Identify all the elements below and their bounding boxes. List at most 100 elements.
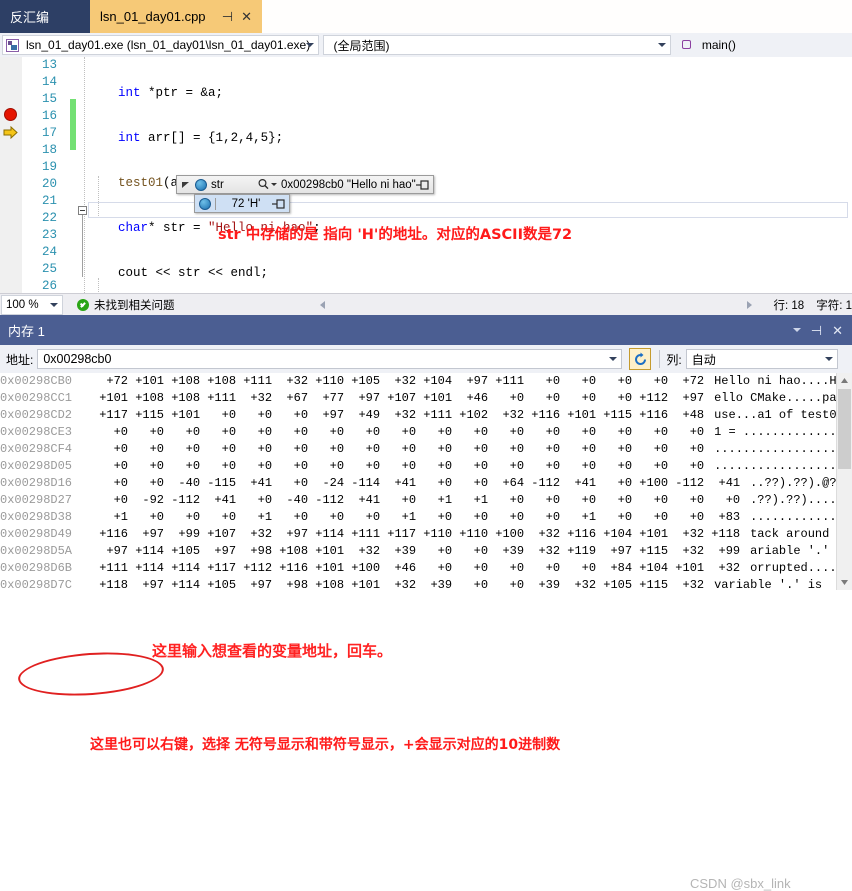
line-number: 20 <box>41 177 57 191</box>
pin-icon[interactable] <box>416 179 430 191</box>
memory-address: 0x00298D7C <box>0 578 73 590</box>
zoom-level-label: 100 % <box>6 299 39 311</box>
line-number: 19 <box>41 160 57 174</box>
breakpoint-icon[interactable] <box>4 108 17 121</box>
zoom-level-combo[interactable]: 100 % <box>1 295 63 315</box>
code-editor[interactable]: 13 14 15 16 17 18 19 20 21 22 23 24 25 2… <box>0 57 852 293</box>
annotation-memory-grid-note: 这里也可以右键，选择 无符号显示和带符号显示，+会显示对应的10进制数 <box>90 737 561 753</box>
memory-bytes: +101 +108 +108 +111 +32 +67 +77 +97 +107… <box>92 391 705 405</box>
project-icon <box>6 38 19 52</box>
chevron-down-icon[interactable] <box>50 303 58 307</box>
memory-ascii: variable '.' is <box>714 578 823 590</box>
columns-value: 自动 <box>691 352 716 367</box>
memory-bytes: +97 +114 +105 +97 +98 +108 +101 +32 +39 … <box>92 544 741 558</box>
chevron-down-icon[interactable] <box>824 357 833 361</box>
line-number: 18 <box>41 143 57 157</box>
datatip-deref-value: 72 'H' <box>231 197 261 210</box>
scope-selector-label: (全局范围) <box>333 38 390 53</box>
scroll-right-icon[interactable] <box>746 301 752 309</box>
editor-status-bar: 100 % 未找到相关问题 行: 18 字符: 1 <box>0 293 852 316</box>
memory-address: 0x00298D16 <box>0 476 73 490</box>
datatip-str[interactable]: str 0x00298cb0 "Hello ni hao" <box>176 175 434 194</box>
close-icon[interactable]: ✕ <box>241 10 252 23</box>
memory-address: 0x00298D38 <box>0 510 73 524</box>
line-number: 22 <box>41 211 57 225</box>
char-position-label: 字符: 1 <box>816 300 852 312</box>
memory-bytes: +111 +114 +114 +117 +112 +116 +101 +100 … <box>92 561 741 575</box>
pin-icon[interactable]: ⊣ <box>811 324 822 337</box>
datatip-str-deref[interactable]: 72 'H' <box>194 194 290 213</box>
line-number: 15 <box>41 92 57 106</box>
datatip-variable-name: str <box>211 178 224 191</box>
memory-address: 0x00298D05 <box>0 459 73 473</box>
tab-active-label: lsn_01_day01.cpp <box>100 9 206 24</box>
divider <box>659 350 661 368</box>
columns-combo[interactable]: 自动 <box>685 349 838 369</box>
memory-row: 0x00298CF4 +0 +0 +0 +0 +0 +0 +0 +0 +0 +0… <box>0 441 852 458</box>
line-number: 17 <box>41 126 57 140</box>
scope-selector-combo[interactable]: (全局范围) <box>322 35 671 55</box>
code-line: int *ptr = &a; <box>118 86 224 100</box>
scroll-left-icon[interactable] <box>319 301 325 309</box>
line-number-column: 13 14 15 16 17 18 19 20 21 22 23 24 25 2… <box>22 57 60 293</box>
memory-row: 0x00298CE3 +0 +0 +0 +0 +0 +0 +0 +0 +0 +0… <box>0 424 852 441</box>
navigation-bar: lsn_01_day01.exe (lsn_01_day01\lsn_01_da… <box>0 33 852 58</box>
annotation-memory-title-note: 这里输入想查看的变量地址，回车。 <box>152 642 393 660</box>
line-number: 13 <box>41 58 57 72</box>
tab-controls: ⊣ ✕ <box>222 10 252 23</box>
line-number: 24 <box>41 245 57 259</box>
refresh-button[interactable] <box>629 348 652 370</box>
member-selector-combo[interactable]: main() <box>674 35 850 55</box>
divider <box>215 197 216 210</box>
memory-ascii: ................. <box>714 442 837 456</box>
tab-lsn01-day01-cpp[interactable]: lsn_01_day01.cpp ⊣ ✕ <box>90 0 262 33</box>
scroll-down-icon[interactable] <box>837 575 852 590</box>
columns-label: 列: <box>666 352 682 367</box>
line-number: 16 <box>41 109 57 123</box>
memory-bytes: +0 -92 -112 +41 +0 -40 -112 +41 +0 +1 +1… <box>92 493 741 507</box>
memory-row: 0x00298CC1 +101 +108 +108 +111 +32 +67 +… <box>0 390 852 407</box>
chevron-down-icon[interactable] <box>657 43 666 47</box>
memory-ascii: ................. <box>714 459 837 473</box>
memory-bytes: +0 +0 -40 -115 +41 +0 -24 -114 +41 +0 +0… <box>92 476 741 490</box>
pin-icon[interactable] <box>272 198 286 210</box>
annotation-code-note: str 中存储的是 指向 'H'的地址。对应的ASCII数是72 <box>218 227 573 243</box>
editor-gutter[interactable] <box>0 57 22 293</box>
pin-icon[interactable]: ⊣ <box>222 10 233 23</box>
memory-row: 0x00298D05 +0 +0 +0 +0 +0 +0 +0 +0 +0 +0… <box>0 458 852 475</box>
line-number: 23 <box>41 228 57 242</box>
memory-bytes: +0 +0 +0 +0 +0 +0 +0 +0 +0 +0 +0 +0 +0 +… <box>92 425 705 439</box>
tab-disassembly[interactable]: 反汇编 <box>0 0 90 33</box>
memory-scrollbar[interactable] <box>836 373 852 590</box>
line-number: 26 <box>41 279 57 293</box>
memory-row: 0x00298D38 +1 +0 +0 +0 +1 +0 +0 +0 +1 +0… <box>0 509 852 526</box>
chevron-down-icon[interactable] <box>305 43 314 47</box>
scroll-up-icon[interactable] <box>837 373 852 388</box>
chevron-down-icon[interactable] <box>792 328 801 332</box>
fold-collapse-icon[interactable] <box>78 206 87 215</box>
scrollbar-thumb[interactable] <box>838 389 851 469</box>
chevron-down-icon[interactable] <box>271 183 277 186</box>
address-value: 0x00298cb0 <box>43 352 112 366</box>
magnifier-icon[interactable] <box>257 178 270 191</box>
fold-region-line <box>82 215 83 277</box>
memory-bytes: +118 +97 +114 +105 +97 +98 +108 +101 +32… <box>92 578 705 590</box>
collapse-triangle-icon[interactable] <box>180 179 191 190</box>
memory-grid[interactable]: 0x00298CB0 +72 +101 +108 +108 +111 +32 +… <box>0 373 852 590</box>
project-selector-combo[interactable]: lsn_01_day01.exe (lsn_01_day01\lsn_01_da… <box>2 35 319 55</box>
memory-ascii: Hello ni hao....H <box>714 374 837 388</box>
memory-window-title: 内存 1 <box>8 323 45 339</box>
line-number: 25 <box>41 262 57 276</box>
watermark: CSDN @sbx_link <box>690 876 791 891</box>
memory-bytes: +72 +101 +108 +108 +111 +32 +110 +105 +3… <box>92 374 705 388</box>
memory-address: 0x00298D27 <box>0 493 73 507</box>
memory-address: 0x00298D5A <box>0 544 73 558</box>
memory-window-title-bar[interactable]: 内存 1 ⊣ ✕ <box>0 315 852 345</box>
memory-row: 0x00298D6B +111 +114 +114 +117 +112 +116… <box>0 560 852 577</box>
memory-toolbar: 地址: 0x00298cb0 列: 自动 <box>0 345 852 374</box>
chevron-down-icon[interactable] <box>609 357 618 361</box>
datatip-value: 0x00298cb0 "Hello ni hao" <box>281 178 416 191</box>
close-icon[interactable]: ✕ <box>832 324 843 337</box>
address-input[interactable]: 0x00298cb0 <box>37 349 623 369</box>
memory-ascii: use...a1 of test0 <box>714 408 837 422</box>
